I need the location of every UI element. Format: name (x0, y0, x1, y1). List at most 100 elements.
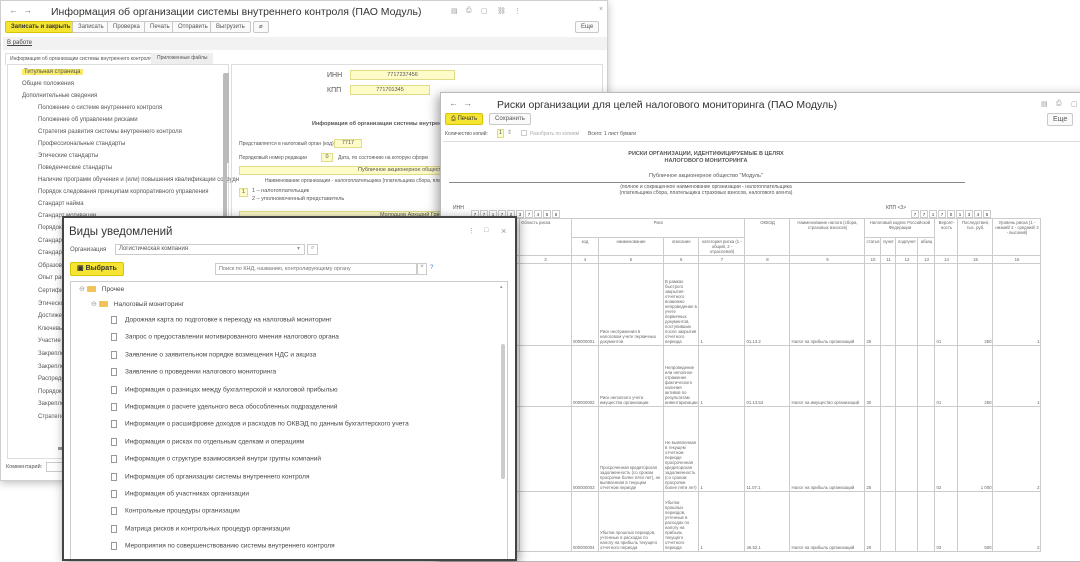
menu-icon[interactable]: ⋮ (468, 227, 475, 235)
menu-icon[interactable]: ⋮ (514, 7, 521, 15)
notification-kind-item[interactable]: Запрос о предоставлении мотивированного … (111, 333, 339, 342)
group-tax-monitoring[interactable]: ⊖ Налоговый мониторинг (91, 300, 184, 308)
tree-item[interactable]: Дополнительные сведения (22, 93, 97, 99)
notification-list: ⊖ Прочее ⊖ Налоговый мониторинг Дорожная… (70, 281, 508, 561)
tree-item[interactable]: Стандарт найма (38, 201, 84, 207)
cell-code: 000000004 (571, 491, 599, 552)
more-button[interactable]: Еще (1047, 113, 1074, 126)
expand-icon[interactable]: ⊖ (79, 286, 87, 293)
list-icon[interactable]: ▤ (1041, 100, 1048, 108)
revision-label: Порядковый номер редакции (239, 155, 307, 161)
tree-item[interactable]: Титульная страница (22, 69, 83, 75)
collate-checkbox[interactable] (521, 130, 527, 136)
inn-label: ИНН (453, 205, 464, 211)
tree-item[interactable]: Положение о системе внутреннего контроля (38, 105, 162, 111)
forward-icon[interactable]: → (23, 5, 32, 15)
status-link[interactable]: В работе (7, 40, 32, 46)
tax-office-label: Представляется в налоговый орган (код) (239, 141, 334, 147)
close-icon[interactable]: × (599, 6, 603, 13)
item-label: Информация о расшифровке доходов и расхо… (125, 421, 409, 429)
tree-item[interactable]: Профессиональные стандарты (38, 141, 125, 147)
print-icon[interactable]: ⎙ (1056, 100, 1062, 108)
preview-icon[interactable]: ▢ (1071, 100, 1078, 108)
tree-item[interactable]: Общие положения (22, 81, 74, 87)
revision-field[interactable]: 0 (321, 153, 333, 162)
group-other[interactable]: ⊖ Прочее (79, 285, 124, 293)
scrollbar[interactable] (501, 344, 505, 479)
document-icon (111, 385, 117, 394)
tree-item[interactable]: Стратегия развития системы внутреннего к… (38, 129, 182, 135)
kpp-label: КПП (327, 87, 342, 94)
dropdown-icon[interactable]: ▾ (297, 245, 300, 252)
back-icon[interactable]: ← (449, 98, 458, 108)
tree-item[interactable]: Порядок следования принципам корпоративн… (38, 189, 209, 195)
tree-item[interactable]: Этические стандарты (38, 153, 98, 159)
save-dropdown-button[interactable]: Сохранить (489, 113, 531, 125)
notification-kind-item[interactable]: Информация о расчете удельного веса обос… (111, 403, 337, 411)
cell-cons: 1 000 (957, 406, 994, 492)
list-icon[interactable]: ▤ (451, 7, 458, 15)
tax-office-field[interactable]: 7717 (334, 139, 362, 148)
more-button[interactable]: Еще (575, 21, 600, 33)
document-icon (111, 437, 117, 446)
expand-icon[interactable]: ⊖ (91, 301, 99, 308)
tree-item[interactable]: Положение об управлении рисками (38, 117, 138, 123)
notification-kind-item[interactable]: Информация об организации системы внутре… (111, 472, 309, 481)
cell-name: Риск неотражения в налоговом учете перви… (598, 263, 664, 346)
maximize-icon[interactable]: □ (484, 227, 488, 234)
link-icon[interactable]: ⛓ (497, 7, 506, 15)
print-button[interactable]: Печать (144, 21, 176, 33)
notification-kind-item[interactable]: Контрольные процедуры организации (111, 507, 240, 516)
close-icon[interactable]: × (501, 226, 506, 236)
send-button[interactable]: Отправить (172, 21, 214, 33)
attach-button[interactable]: ⌀ (253, 21, 269, 33)
folder-icon (98, 301, 108, 308)
back-icon[interactable]: ← (9, 5, 18, 15)
stepper-icon[interactable]: ⇕ (507, 129, 512, 136)
notification-kind-item[interactable]: Информация о расшифровке доходов и расхо… (111, 420, 409, 429)
upload-button[interactable]: Выгрузить (210, 21, 251, 33)
save-close-button[interactable]: Записать и закрыть (5, 21, 77, 33)
notification-kind-item[interactable]: Заявление о заявительном порядке возмеще… (111, 350, 316, 359)
notification-kind-item[interactable]: Заявление о проведении налогового монито… (111, 368, 277, 377)
copies-input[interactable]: 1 (497, 129, 504, 138)
notification-kind-item[interactable]: Матрица рисков и контрольных процедур ор… (111, 524, 290, 533)
preview-icon[interactable]: ▢ (481, 7, 488, 15)
cell-category: 1 (698, 406, 746, 492)
header-name: наименование (598, 237, 664, 256)
cell-okved: 01.13.2 (744, 263, 791, 346)
signer-code-field[interactable]: 1 (239, 188, 248, 197)
paperclip-icon: ⌀ (259, 24, 263, 30)
scroll-up-icon[interactable]: ▴ (500, 284, 503, 290)
header-risk: Риск (570, 218, 746, 238)
save-button[interactable]: Записать (72, 21, 110, 33)
print-button[interactable]: ⎙ Печать (445, 113, 484, 125)
tree-item[interactable]: Поведенческие стандарты (38, 165, 112, 171)
header-point: пункт (880, 237, 897, 256)
notification-kind-item[interactable]: Информация о структуре взаимосвязей внут… (111, 455, 321, 464)
item-label: Заявление о проведении налогового монито… (125, 368, 277, 376)
collate-label: Разобрать по копиям (530, 131, 580, 137)
inn-field[interactable]: 7717237456 (350, 70, 455, 80)
kpp-field[interactable]: 771701345 (350, 85, 430, 95)
search-input[interactable] (215, 263, 417, 275)
notification-kind-item[interactable]: Дорожная карта по подготовке к переходу … (111, 316, 332, 324)
clear-icon[interactable]: × (417, 263, 427, 275)
notification-kind-item[interactable]: Информация о рисках по отдельным сделкам… (111, 437, 304, 446)
tab-files[interactable]: Приложенные файлы (151, 53, 214, 64)
print-icon[interactable]: ⎙ (466, 7, 472, 15)
tree-item[interactable]: Наличие программ обучения и (или) повыше… (38, 177, 239, 183)
notification-kind-item[interactable]: Мероприятия по совершенствованию системы… (111, 542, 335, 551)
forward-icon[interactable]: → (463, 98, 472, 108)
help-icon[interactable]: ? (430, 265, 433, 271)
notification-kind-item[interactable]: Информация об участниках организации (111, 490, 249, 498)
cell-empty (519, 345, 572, 407)
cell-name: Убытки прошлых периодов, учтенные в расх… (598, 491, 664, 552)
notification-kind-item[interactable]: Информация о разницах между бухгалтерско… (111, 385, 338, 394)
select-button[interactable]: ▣ Выбрать (70, 262, 124, 276)
open-icon[interactable]: ⌕ (307, 244, 318, 255)
document-icon (111, 420, 117, 429)
check-button[interactable]: Проверка (107, 21, 146, 33)
org-select[interactable]: Логистическая компания (115, 244, 305, 255)
notification-kind-item[interactable]: Оценка организации системы внутреннего к… (111, 560, 283, 561)
